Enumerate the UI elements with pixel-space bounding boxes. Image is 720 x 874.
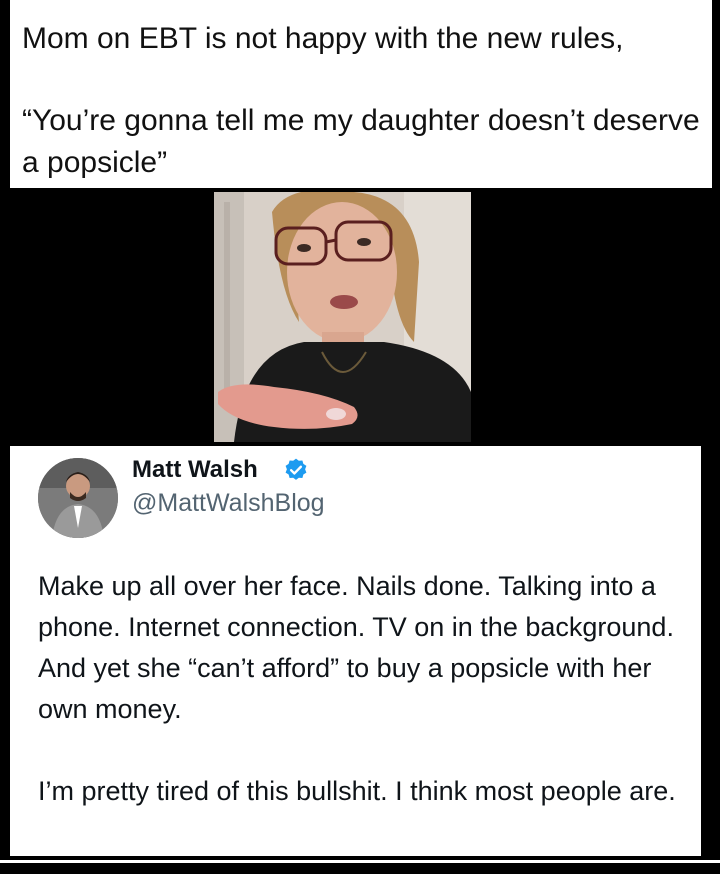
avatar[interactable]	[38, 458, 118, 538]
tweet-card: Matt Walsh @MattWalshBlog Make up all ov…	[10, 446, 701, 856]
tweet-paragraph-1: Make up all over her face. Nails done. T…	[38, 571, 674, 724]
woman-selfie-image	[214, 192, 471, 442]
author-name[interactable]: Matt Walsh	[132, 453, 258, 487]
caption-panel: Mom on EBT is not happy with the new rul…	[10, 0, 712, 188]
divider	[0, 860, 720, 863]
tweet-paragraph-2: I’m pretty tired of this bullshit. I thi…	[38, 776, 676, 806]
tweet-text: Make up all over her face. Nails done. T…	[38, 566, 694, 812]
profile-photo	[38, 458, 118, 538]
verified-badge-icon	[285, 458, 307, 480]
caption-quote: “You’re gonna tell me my daughter doesn’…	[22, 104, 700, 179]
author-handle[interactable]: @MattWalshBlog	[132, 486, 325, 520]
caption-headline: Mom on EBT is not happy with the new rul…	[22, 22, 624, 55]
video-still	[214, 192, 471, 442]
